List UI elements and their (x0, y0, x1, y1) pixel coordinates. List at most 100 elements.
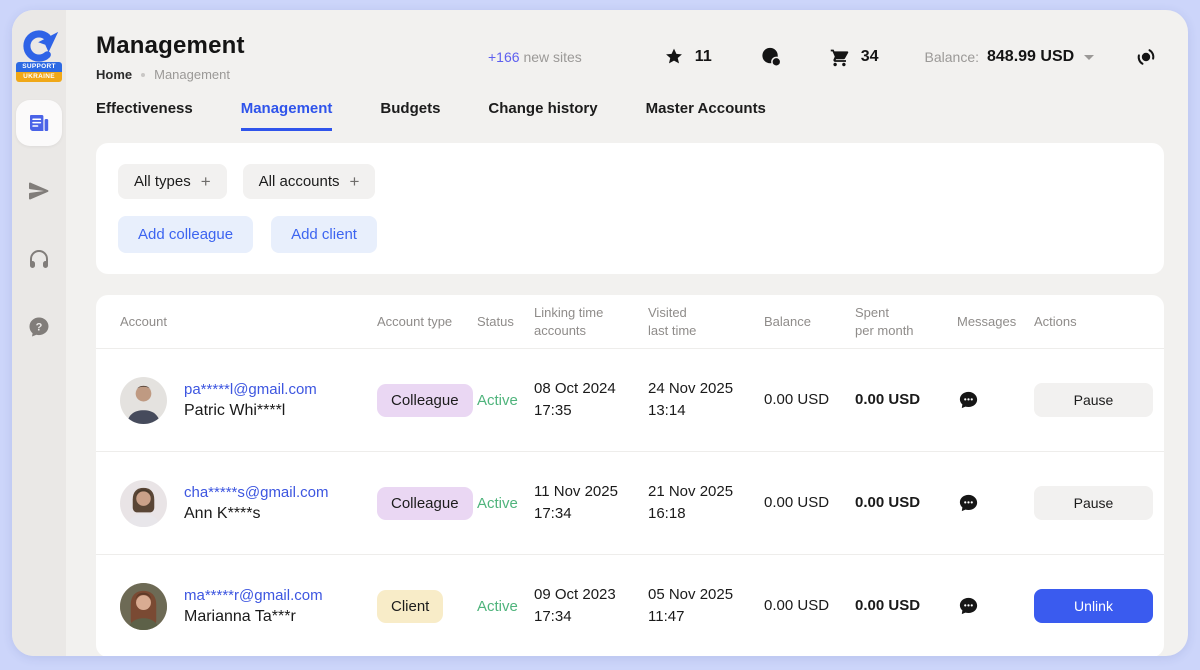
cart-icon (829, 47, 850, 68)
tab-budgets[interactable]: Budgets (380, 100, 440, 131)
col-actions: Actions (1034, 313, 1140, 331)
messages-button[interactable] (957, 389, 980, 412)
sidebar-nav: ? (16, 100, 62, 350)
col-status: Status (477, 313, 534, 331)
account-identity: cha*****s@gmail.com Ann K****s (184, 484, 328, 523)
linking-time: 09 Oct 2023 17:34 (534, 584, 648, 628)
tab-change-history[interactable]: Change history (488, 100, 597, 131)
page-header: Management Home Management +166 new site… (66, 10, 1188, 82)
col-account: Account (120, 313, 377, 331)
unlink-button[interactable]: Unlink (1034, 589, 1153, 623)
support-ukraine-badge: SUPPORT UKRAINE (16, 62, 62, 82)
add-client-button[interactable]: Add client (271, 216, 377, 253)
sidebar-item-news[interactable] (16, 100, 62, 146)
visited-time: 05 Nov 2025 11:47 (648, 584, 764, 628)
tab-master-accounts[interactable]: Master Accounts (646, 100, 766, 131)
account-email[interactable]: cha*****s@gmail.com (184, 484, 328, 501)
plus-icon: + (201, 173, 211, 190)
balance-cell: 0.00 USD (764, 595, 855, 617)
pause-button[interactable]: Pause (1034, 383, 1153, 417)
messages-button[interactable] (957, 595, 980, 618)
svg-text:?: ? (36, 322, 43, 334)
account-cell: ma*****r@gmail.com Marianna Ta***r (120, 583, 377, 630)
app-logo[interactable]: SUPPORT UKRAINE (16, 26, 62, 82)
table-row: ma*****r@gmail.com Marianna Ta***r Clien… (96, 554, 1164, 656)
star-icon (664, 47, 684, 67)
favorites-stat[interactable]: 11 (664, 47, 712, 67)
sidebar-item-help[interactable]: ? (16, 304, 62, 350)
filter-all-types[interactable]: All types + (118, 164, 227, 199)
filter-all-accounts[interactable]: All accounts + (243, 164, 376, 199)
tab-effectiveness[interactable]: Effectiveness (96, 100, 193, 131)
headphones-icon (27, 247, 51, 271)
new-sites-count: +166 (488, 49, 520, 65)
account-name: Patric Whi****l (184, 402, 317, 420)
col-messages: Messages (957, 313, 1034, 331)
account-email[interactable]: pa*****l@gmail.com (184, 381, 317, 398)
pause-button[interactable]: Pause (1034, 486, 1153, 520)
filter-panel: All types + All accounts + Add colleague… (96, 143, 1164, 274)
linking-time: 08 Oct 2024 17:35 (534, 378, 648, 422)
chat-stat[interactable] (760, 46, 783, 69)
table-header: Account Account type Status Linking time… (96, 295, 1164, 348)
balance-cell: 0.00 USD (764, 492, 855, 514)
account-type-badge: Colleague (377, 384, 473, 417)
brand-logo-icon (19, 26, 59, 66)
cart-count: 34 (861, 48, 879, 66)
help-icon: ? (27, 315, 51, 339)
add-colleague-button[interactable]: Add colleague (118, 216, 253, 253)
chat-icon (760, 46, 783, 69)
account-switch-button[interactable] (1134, 45, 1158, 69)
col-linking-time: Linking time accounts (534, 304, 648, 339)
breadcrumb: Home Management (96, 67, 488, 82)
sidebar: SUPPORT UKRAINE (12, 10, 66, 656)
cart-stat[interactable]: 34 (829, 47, 879, 68)
title-block: Management Home Management (96, 32, 488, 82)
plus-icon: + (350, 173, 360, 190)
news-icon (27, 111, 51, 135)
breadcrumb-current: Management (154, 67, 230, 82)
tab-bar: Effectiveness Management Budgets Change … (66, 100, 1188, 131)
breadcrumb-home[interactable]: Home (96, 67, 132, 82)
account-cell: pa*****l@gmail.com Patric Whi****l (120, 377, 377, 424)
visited-time: 24 Nov 2025 13:14 (648, 378, 764, 422)
message-bubble-icon (957, 389, 980, 412)
avatar (120, 377, 167, 424)
account-identity: pa*****l@gmail.com Patric Whi****l (184, 381, 317, 420)
spent-cell: 0.00 USD (855, 595, 957, 617)
account-cell: cha*****s@gmail.com Ann K****s (120, 480, 377, 527)
new-sites-indicator[interactable]: +166 new sites (488, 49, 582, 65)
broadcast-icon (1134, 45, 1158, 69)
avatar (120, 480, 167, 527)
person-photo-icon (120, 480, 167, 527)
account-type-badge: Colleague (377, 487, 473, 520)
col-account-type: Account type (377, 313, 477, 331)
new-sites-label: new sites (523, 49, 581, 65)
message-bubble-icon (957, 595, 980, 618)
avatar (120, 583, 167, 630)
balance-selector[interactable]: Balance: 848.99 USD (925, 48, 1095, 66)
status-badge: Active (477, 392, 534, 409)
account-name: Ann K****s (184, 505, 328, 523)
sidebar-item-telegram[interactable] (16, 168, 62, 214)
breadcrumb-separator (141, 73, 145, 77)
chevron-down-icon (1084, 55, 1094, 60)
sidebar-item-support[interactable] (16, 236, 62, 282)
app-window: SUPPORT UKRAINE (12, 10, 1188, 656)
account-name: Marianna Ta***r (184, 608, 323, 626)
account-type-badge: Client (377, 590, 443, 623)
account-email[interactable]: ma*****r@gmail.com (184, 587, 323, 604)
status-badge: Active (477, 598, 534, 615)
main-content: Management Home Management +166 new site… (66, 10, 1188, 656)
table-row: pa*****l@gmail.com Patric Whi****l Colle… (96, 348, 1164, 451)
tab-management[interactable]: Management (241, 100, 333, 131)
table-row: cha*****s@gmail.com Ann K****s Colleague… (96, 451, 1164, 554)
balance-value: 848.99 USD (987, 48, 1074, 66)
status-badge: Active (477, 495, 534, 512)
favorites-count: 11 (695, 48, 712, 66)
messages-button[interactable] (957, 492, 980, 515)
message-bubble-icon (957, 492, 980, 515)
paper-plane-icon (27, 179, 51, 203)
balance-label: Balance: (925, 49, 979, 65)
linking-time: 11 Nov 2025 17:34 (534, 481, 648, 525)
